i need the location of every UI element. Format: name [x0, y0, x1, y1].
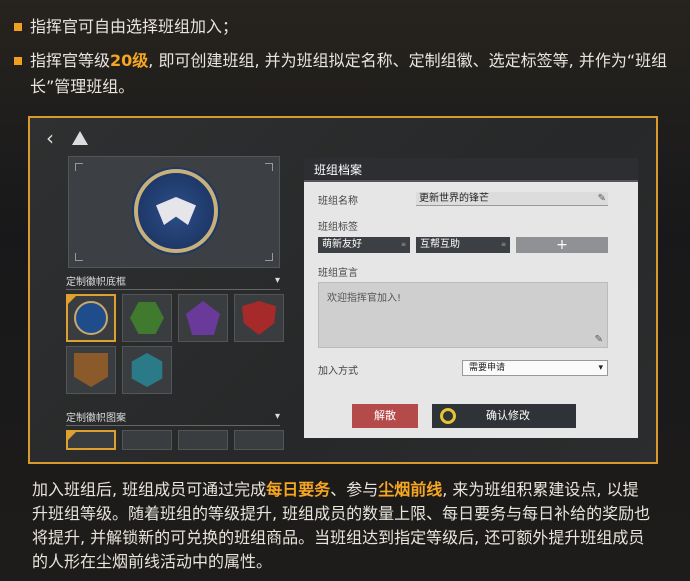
- frame-shape-grid: [66, 294, 286, 394]
- hexagon-teal-frame-icon: [131, 353, 163, 387]
- bullet-square-icon: [14, 57, 22, 65]
- hexagon-frame-icon: [130, 302, 164, 334]
- emblem-preview: [68, 156, 280, 268]
- pattern-tile[interactable]: [122, 430, 172, 450]
- game-screenshot: ‹ 定制徽帜底框 ▾ 定制徽帜图案 ▾ 班组档案 班组名称 更新世界的锋芒 ✎ …: [28, 116, 658, 464]
- top-bar: ‹: [46, 126, 88, 150]
- frame-tile-shield[interactable]: [234, 294, 284, 342]
- edit-pen-icon[interactable]: ✎: [598, 192, 606, 206]
- section-frame-title: 定制徽帜底框: [66, 277, 126, 288]
- section-pattern-header[interactable]: 定制徽帜图案 ▾: [66, 408, 280, 426]
- confirm-ring-icon: [440, 408, 456, 424]
- chevron-down-icon: ▾: [274, 275, 280, 286]
- pattern-tile[interactable]: [234, 430, 284, 450]
- pattern-tile[interactable]: [66, 430, 116, 450]
- back-arrow-icon[interactable]: ‹: [46, 126, 54, 150]
- chevron-down-icon: ▾: [598, 363, 603, 373]
- shield-frame-icon: [242, 301, 276, 335]
- chevron-down-icon: ▾: [274, 411, 280, 422]
- join-method-select[interactable]: 需要申请 ▾: [462, 360, 608, 376]
- frame-tile-hexagon[interactable]: [122, 294, 172, 342]
- motto-textarea[interactable]: 欢迎指挥官加入! ✎: [318, 282, 608, 348]
- badge-frame-icon: [74, 353, 108, 387]
- game-logo-icon: [72, 131, 88, 145]
- description-paragraph: 加入班组后, 班组成员可通过完成每日要务、参与尘烟前线, 来为班组积累建设点, …: [32, 480, 651, 571]
- section-pattern-title: 定制徽帜图案: [66, 413, 126, 424]
- pattern-tile[interactable]: [178, 430, 228, 450]
- squad-name-value: 更新世界的锋芒: [419, 193, 489, 204]
- tags-label: 班组标签: [318, 222, 358, 233]
- tag-chip[interactable]: 萌新友好 ≡: [318, 237, 410, 253]
- frame-tile-circle[interactable]: [66, 294, 116, 342]
- bullet-text: 指挥官等级20级, 即可创建班组, 并为班组拟定名称、定制组徽、选定标签等, 并…: [30, 51, 668, 96]
- front-event-highlight: 尘烟前线: [378, 480, 443, 499]
- tag-deco: ≡: [400, 241, 406, 248]
- dismiss-button[interactable]: 解散: [352, 404, 418, 428]
- name-label: 班组名称: [318, 196, 358, 207]
- pentagon-frame-icon: [186, 301, 220, 335]
- tag-label: 萌新友好: [322, 239, 362, 250]
- bullet-item: 指挥官等级20级, 即可创建班组, 并为班组拟定名称、定制组徽、选定标签等, 并…: [14, 48, 674, 100]
- join-method-value: 需要申请: [469, 363, 506, 373]
- join-label: 加入方式: [318, 366, 358, 377]
- frame-tile-pentagon[interactable]: [178, 294, 228, 342]
- squad-name-field[interactable]: 更新世界的锋芒 ✎: [416, 192, 608, 206]
- tag-chip[interactable]: 互帮互助 ≡: [416, 237, 510, 253]
- squad-profile-panel: 班组档案 班组名称 更新世界的锋芒 ✎ 班组标签 萌新友好 ≡ 互帮互助 ≡ + 班…: [304, 158, 638, 438]
- circle-frame-icon: [74, 301, 108, 335]
- bullet-item: 指挥官可自由选择班组加入；: [14, 14, 674, 40]
- pattern-grid: [66, 430, 286, 450]
- motto-label: 班组宣言: [318, 268, 358, 279]
- emblem-icon: [134, 169, 218, 253]
- bullet-square-icon: [14, 23, 22, 31]
- bullet-list: 指挥官可自由选择班组加入； 指挥官等级20级, 即可创建班组, 并为班组拟定名称…: [14, 14, 674, 108]
- confirm-button[interactable]: 确认修改: [432, 404, 576, 428]
- frame-tile-hex-teal[interactable]: [122, 346, 172, 394]
- motto-placeholder: 欢迎指挥官加入!: [327, 293, 402, 304]
- panel-title: 班组档案: [304, 158, 638, 182]
- frame-tile-badge[interactable]: [66, 346, 116, 394]
- edit-pen-icon[interactable]: ✎: [595, 334, 603, 345]
- bullet-text: 指挥官可自由选择班组加入；: [30, 17, 239, 36]
- section-frame-header[interactable]: 定制徽帜底框 ▾: [66, 272, 280, 290]
- daily-task-highlight: 每日要务: [266, 480, 331, 499]
- tag-label: 互帮互助: [420, 239, 460, 250]
- tag-deco: ≡: [500, 241, 506, 248]
- level-highlight: 20级: [110, 51, 149, 70]
- confirm-label: 确认修改: [486, 409, 530, 422]
- add-tag-button[interactable]: +: [516, 237, 608, 253]
